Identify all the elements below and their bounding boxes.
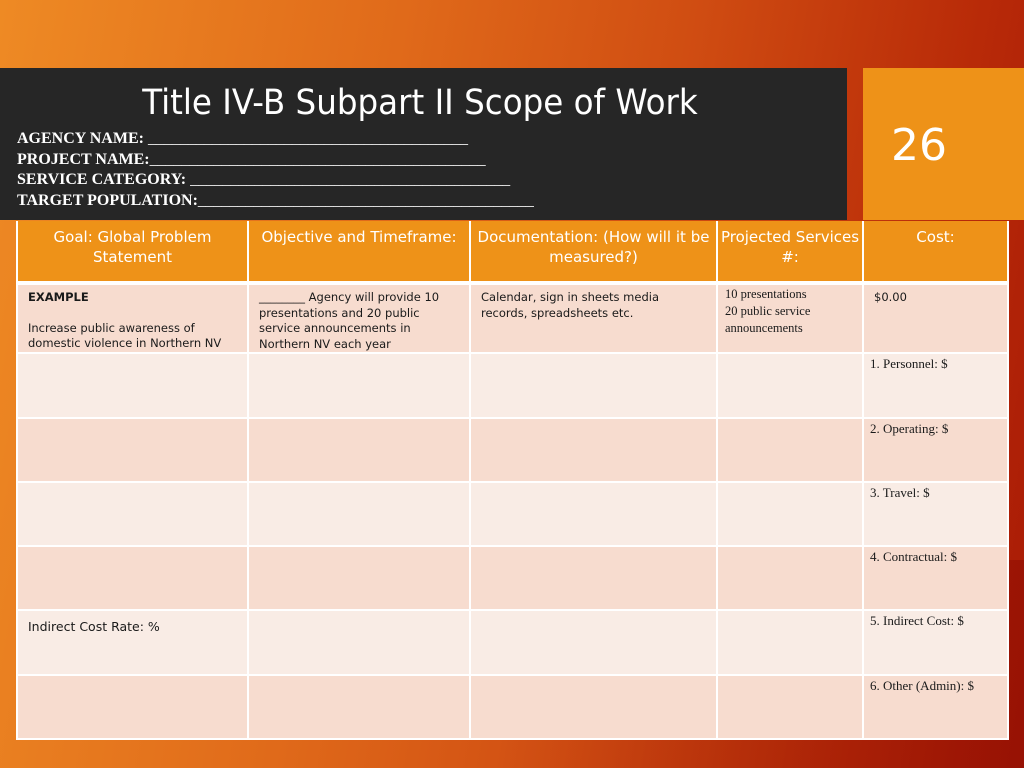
field-label: TARGET POPULATION: (17, 191, 198, 209)
table-row: 4. Contractual: $ (16, 545, 1009, 611)
projected-cell[interactable] (716, 481, 864, 547)
cost-operating-cell[interactable]: 2. Operating: $ (862, 417, 1009, 483)
projected-line: announcements (725, 321, 803, 335)
field-blank[interactable]: ________________________________________… (198, 192, 534, 209)
objective-cell[interactable] (247, 417, 471, 483)
projected-cell[interactable] (716, 545, 864, 611)
example-documentation-cell[interactable]: Calendar, sign in sheets media records, … (469, 281, 718, 354)
example-objective-cell[interactable]: ________ Agency will provide 10 presenta… (247, 281, 471, 354)
cost-other-admin-cell[interactable]: 6. Other (Admin): $ (862, 674, 1009, 740)
table-row: 6. Other (Admin): $ (16, 674, 1009, 740)
project-fields: AGENCY NAME: ___________________________… (17, 129, 534, 211)
field-blank[interactable]: ________________________________________… (150, 151, 486, 168)
documentation-cell[interactable] (469, 674, 718, 740)
cost-personnel-cell[interactable]: 1. Personnel: $ (862, 352, 1009, 419)
goal-cell[interactable] (16, 674, 249, 740)
documentation-cell[interactable] (469, 352, 718, 419)
field-label: SERVICE CATEGORY: (17, 171, 191, 188)
goal-cell[interactable] (16, 481, 249, 547)
slide-title: Title IV-B Subpart II Scope of Work (142, 83, 698, 123)
objective-cell[interactable] (247, 609, 471, 676)
documentation-cell[interactable] (469, 609, 718, 676)
table-header-row: Goal: Global Problem Statement Objective… (16, 221, 1009, 284)
project-name-field[interactable]: PROJECT NAME:___________________________… (17, 150, 534, 171)
objective-cell[interactable] (247, 674, 471, 740)
goal-cell[interactable] (16, 545, 249, 611)
header-documentation: Documentation: (How will it be measured?… (469, 221, 718, 284)
objective-cell[interactable] (247, 352, 471, 419)
scope-of-work-table: Goal: Global Problem Statement Objective… (16, 221, 1009, 740)
field-label: AGENCY NAME: (17, 130, 148, 147)
table-row: 2. Operating: $ (16, 417, 1009, 483)
example-projected-cell[interactable]: 10 presentations 20 public service annou… (716, 281, 864, 354)
cost-indirect-cell[interactable]: 5. Indirect Cost: $ (862, 609, 1009, 676)
target-population-field[interactable]: TARGET POPULATION:______________________… (17, 191, 534, 212)
projected-cell[interactable] (716, 674, 864, 740)
projected-cell[interactable] (716, 609, 864, 676)
cost-contractual-cell[interactable]: 4. Contractual: $ (862, 545, 1009, 611)
agency-name-field[interactable]: AGENCY NAME: ___________________________… (17, 129, 534, 150)
header-goal: Goal: Global Problem Statement (16, 221, 249, 284)
documentation-cell[interactable] (469, 481, 718, 547)
cost-travel-cell[interactable]: 3. Travel: $ (862, 481, 1009, 547)
field-label: PROJECT NAME: (17, 150, 150, 168)
header-objective: Objective and Timeframe: (247, 221, 471, 284)
example-label: EXAMPLE (28, 290, 89, 304)
example-cost-cell[interactable]: $0.00 (862, 281, 1009, 354)
example-goal-cell[interactable]: EXAMPLE Increase public awareness of dom… (16, 281, 249, 354)
table-row: Indirect Cost Rate: % 5. Indirect Cost: … (16, 609, 1009, 676)
projected-line: 10 presentations (725, 287, 807, 301)
goal-cell[interactable] (16, 352, 249, 419)
objective-cell[interactable] (247, 481, 471, 547)
documentation-cell[interactable] (469, 545, 718, 611)
example-row: EXAMPLE Increase public awareness of dom… (16, 281, 1009, 354)
header-cost: Cost: (862, 221, 1009, 284)
projected-cell[interactable] (716, 352, 864, 419)
field-blank[interactable]: ________________________________________ (190, 171, 510, 188)
service-category-field[interactable]: SERVICE CATEGORY: ______________________… (17, 170, 534, 191)
projected-line: 20 public service (725, 304, 811, 318)
slide-number: 26 (891, 120, 947, 171)
goal-cell[interactable] (16, 417, 249, 483)
objective-cell[interactable] (247, 545, 471, 611)
documentation-cell[interactable] (469, 417, 718, 483)
indirect-cost-rate-cell[interactable]: Indirect Cost Rate: % (16, 609, 249, 676)
projected-cell[interactable] (716, 417, 864, 483)
field-blank[interactable]: ________________________________________ (148, 130, 468, 147)
table-row: 3. Travel: $ (16, 481, 1009, 547)
table-row: 1. Personnel: $ (16, 352, 1009, 419)
example-goal-text: Increase public awareness of domestic vi… (28, 320, 222, 351)
header-projected-services: Projected Services #: (716, 221, 864, 284)
